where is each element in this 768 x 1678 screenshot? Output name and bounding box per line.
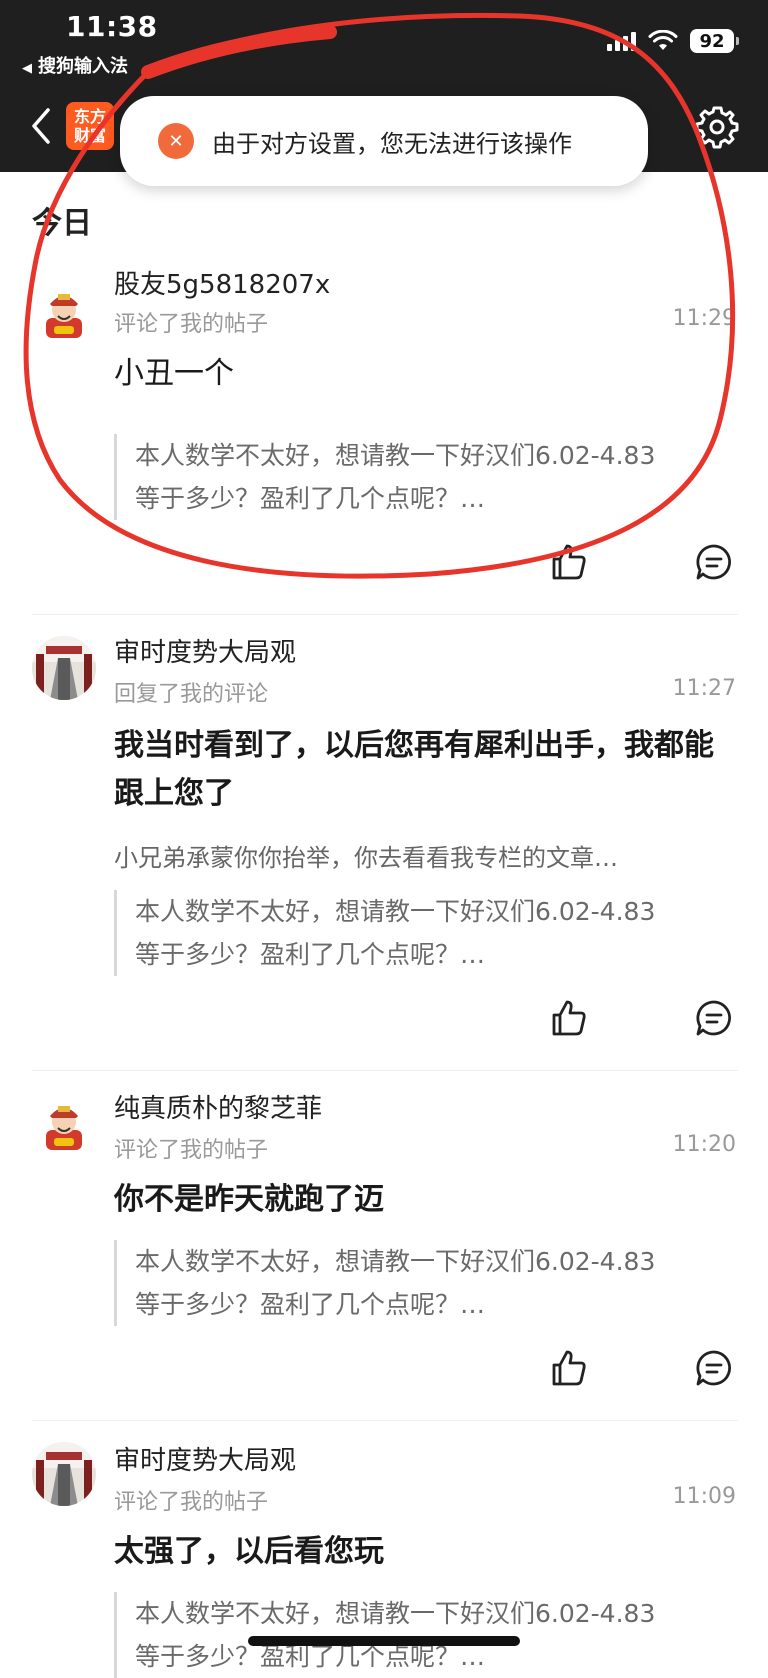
gear-icon[interactable] — [694, 104, 740, 150]
quoted-post[interactable]: 本人数学不太好，想请教一下好汉们6.02-4.83 等于多少？盈利了几个点呢？… — [114, 890, 755, 976]
section-title-today: 今日 — [32, 206, 92, 241]
avatar[interactable] — [32, 1442, 96, 1506]
username[interactable]: 纯真质朴的黎芝菲 — [114, 1088, 322, 1125]
action-text: 评论了我的帖子 — [114, 312, 269, 337]
quote-line: 等于多少？盈利了几个点呢？… — [135, 484, 486, 513]
back-triangle-icon: ◀ — [22, 61, 32, 76]
quote-line: 本人数学不太好，想请教一下好汉们6.02-4.83 — [135, 897, 656, 926]
avatar[interactable] — [32, 282, 96, 346]
action-text: 评论了我的帖子 — [114, 1138, 269, 1163]
username[interactable]: 审时度势大局观 — [114, 632, 296, 669]
wifi-icon — [648, 30, 678, 50]
comment-text: 小丑一个 — [114, 356, 234, 391]
back-arrow-icon[interactable] — [26, 104, 56, 148]
status-time: 11:38 — [66, 10, 158, 43]
quote-line: 等于多少？盈利了几个点呢？… — [135, 940, 486, 969]
error-x-icon: ✕ — [158, 123, 194, 159]
divider — [32, 1070, 738, 1071]
toast-notification: ✕ 由于对方设置，您无法进行该操作 — [120, 96, 648, 186]
logo-line2: 财富 — [73, 126, 106, 145]
quoted-post[interactable]: 本人数学不太好，想请教一下好汉们6.02-4.83 等于多少？盈利了几个点呢？… — [114, 434, 755, 520]
comment-icon[interactable] — [694, 542, 734, 582]
battery-icon: 92 — [690, 29, 739, 53]
comment-text: 太强了，以后看您玩 — [114, 1534, 384, 1569]
timestamp: 11:20 — [672, 1132, 736, 1157]
comment-icon[interactable] — [694, 1348, 734, 1388]
status-back-app-label: 搜狗输入法 — [38, 56, 128, 77]
avatar[interactable] — [32, 1094, 96, 1158]
action-text: 回复了我的评论 — [114, 682, 269, 707]
quote-line: 本人数学不太好，想请教一下好汉们6.02-4.83 — [135, 1599, 656, 1628]
toast-message: 由于对方设置，您无法进行该操作 — [212, 129, 572, 158]
timestamp: 11:09 — [672, 1484, 736, 1509]
divider — [32, 614, 738, 615]
app-logo: 东方 财富 — [66, 102, 114, 150]
cellular-signal-icon — [607, 31, 636, 51]
quote-line: 本人数学不太好，想请教一下好汉们6.02-4.83 — [135, 1247, 656, 1276]
home-indicator[interactable] — [248, 1636, 520, 1646]
timestamp: 11:29 — [672, 306, 736, 331]
divider — [32, 1420, 738, 1421]
avatar[interactable] — [32, 636, 96, 700]
action-text: 评论了我的帖子 — [114, 1490, 269, 1515]
quoted-post[interactable]: 本人数学不太好，想请教一下好汉们6.02-4.83 等于多少？盈利了几个点呢？… — [114, 1240, 755, 1326]
username[interactable]: 股友5g5818207x — [114, 264, 330, 301]
quote-line: 等于多少？盈利了几个点呢？… — [135, 1290, 486, 1319]
logo-line1: 东方 — [73, 107, 106, 126]
quote-line: 本人数学不太好，想请教一下好汉们6.02-4.83 — [135, 441, 656, 470]
username[interactable]: 审时度势大局观 — [114, 1440, 296, 1477]
status-indicators: 92 — [607, 28, 739, 54]
comment-text: 我当时看到了，以后您再有犀利出手，我都能跟上您了 — [114, 728, 714, 811]
comment-icon[interactable] — [694, 998, 734, 1038]
thumbs-up-icon[interactable] — [548, 1348, 588, 1388]
thumbs-up-icon[interactable] — [548, 542, 588, 582]
thumbs-up-icon[interactable] — [548, 998, 588, 1038]
comment-text: 你不是昨天就跑了迈 — [114, 1182, 384, 1217]
timestamp: 11:27 — [672, 676, 736, 701]
status-back-to-app[interactable]: ◀ 搜狗输入法 — [22, 52, 128, 78]
quoted-post[interactable]: 本人数学不太好，想请教一下好汉们6.02-4.83 等于多少？盈利了几个点呢？… — [114, 1592, 755, 1678]
reply-text: 小兄弟承蒙你你抬举，你去看看我专栏的文章… — [114, 844, 618, 872]
